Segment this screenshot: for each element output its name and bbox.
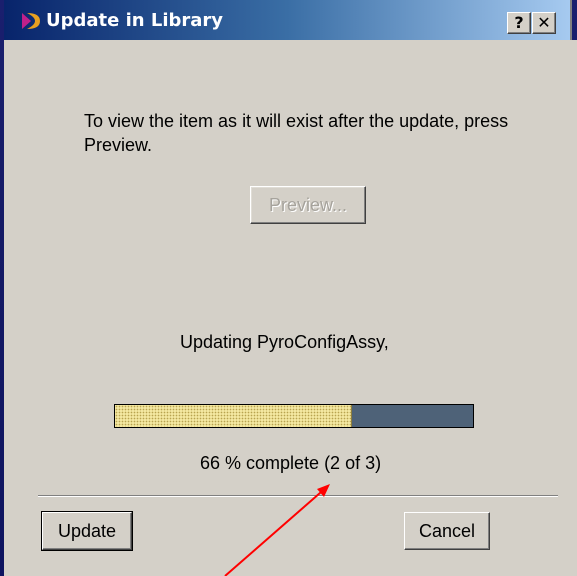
- annotation-arrow: [224, 484, 330, 576]
